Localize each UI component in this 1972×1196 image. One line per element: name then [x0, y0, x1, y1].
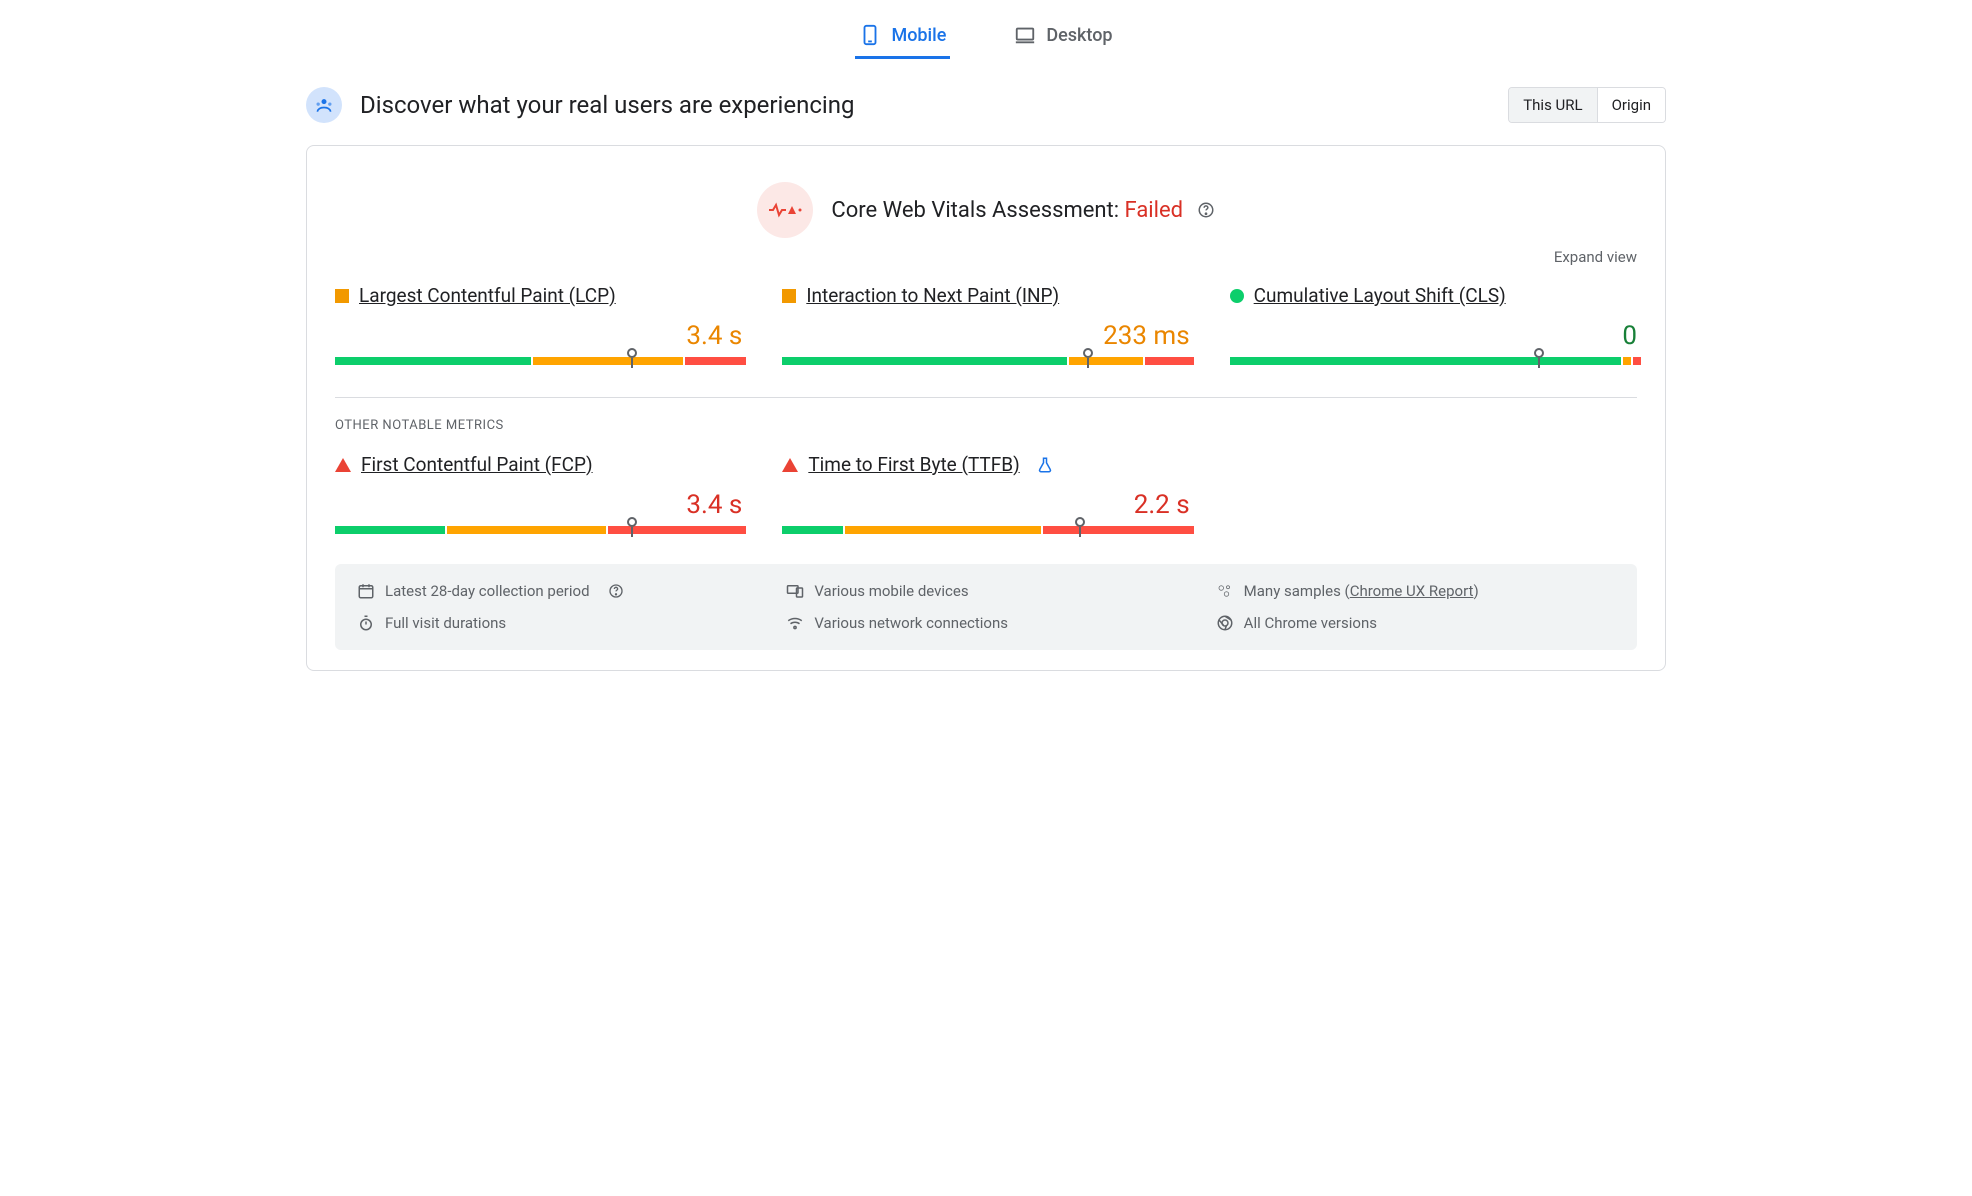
- scope-this-url[interactable]: This URL: [1509, 88, 1596, 122]
- metric-fcp-bar: [335, 526, 742, 534]
- metric-inp-bar: [782, 357, 1189, 365]
- assessment-text: Core Web Vitals Assessment: Failed: [831, 198, 1214, 223]
- scope-toggle: This URL Origin: [1508, 87, 1666, 123]
- metric-fcp: First Contentful Paint (FCP) 3.4 s: [335, 453, 742, 534]
- crux-link[interactable]: Chrome UX Report: [1350, 582, 1474, 600]
- metric-cls-value: 0: [1622, 321, 1637, 351]
- triangle-icon: [335, 458, 351, 472]
- divider: [335, 397, 1637, 398]
- metric-ttfb-name[interactable]: Time to First Byte (TTFB): [808, 453, 1019, 476]
- tab-desktop[interactable]: Desktop: [1010, 14, 1116, 59]
- scope-origin[interactable]: Origin: [1597, 88, 1665, 122]
- wifi-icon: [786, 614, 804, 632]
- mobile-icon: [859, 24, 881, 46]
- metric-lcp-name[interactable]: Largest Contentful Paint (LCP): [359, 284, 616, 307]
- samples-icon: [1216, 582, 1234, 600]
- metric-lcp-bar: [335, 357, 742, 365]
- other-metrics-label: OTHER NOTABLE METRICS: [335, 418, 1637, 433]
- stopwatch-icon: [357, 614, 375, 632]
- metric-ttfb-value: 2.2 s: [1134, 490, 1190, 520]
- flask-icon[interactable]: [1036, 456, 1054, 474]
- assessment-label: Core Web Vitals Assessment:: [831, 198, 1119, 223]
- square-icon: [335, 289, 349, 303]
- page-title: Discover what your real users are experi…: [360, 91, 854, 119]
- info-chrome: All Chrome versions: [1216, 614, 1615, 632]
- metric-fcp-name[interactable]: First Contentful Paint (FCP): [361, 453, 593, 476]
- expand-view[interactable]: Expand view: [335, 248, 1637, 266]
- desktop-icon: [1014, 24, 1036, 46]
- metric-cls-name[interactable]: Cumulative Layout Shift (CLS): [1254, 284, 1506, 307]
- marker-icon: [627, 348, 637, 368]
- marker-icon: [1534, 348, 1544, 368]
- info-durations: Full visit durations: [357, 614, 756, 632]
- users-icon: [306, 87, 342, 123]
- metric-ttfb-bar: [782, 526, 1189, 534]
- help-icon[interactable]: [1197, 201, 1215, 219]
- tab-desktop-label: Desktop: [1046, 25, 1112, 46]
- assessment-status: Failed: [1125, 198, 1184, 223]
- marker-icon: [627, 517, 637, 537]
- metric-inp-value: 233 ms: [1103, 321, 1190, 351]
- metric-fcp-value: 3.4 s: [686, 490, 742, 520]
- devices-icon: [786, 582, 804, 600]
- metric-lcp: Largest Contentful Paint (LCP) 3.4 s: [335, 284, 742, 365]
- square-icon: [782, 289, 796, 303]
- metric-lcp-value: 3.4 s: [686, 321, 742, 351]
- metric-inp-name[interactable]: Interaction to Next Paint (INP): [806, 284, 1059, 307]
- assessment-icon: [757, 182, 813, 238]
- marker-icon: [1083, 348, 1093, 368]
- info-period: Latest 28-day collection period: [357, 582, 756, 600]
- metric-cls-bar: [1230, 357, 1637, 365]
- metric-ttfb: Time to First Byte (TTFB) 2.2 s: [782, 453, 1189, 534]
- circle-icon: [1230, 289, 1244, 303]
- info-panel: Latest 28-day collection period Various …: [335, 564, 1637, 650]
- chrome-icon: [1216, 614, 1234, 632]
- marker-icon: [1075, 517, 1085, 537]
- calendar-icon: [357, 582, 375, 600]
- info-devices: Various mobile devices: [786, 582, 1185, 600]
- triangle-icon: [782, 458, 798, 472]
- info-samples: Many samples (Chrome UX Report): [1216, 582, 1615, 600]
- metric-inp: Interaction to Next Paint (INP) 233 ms: [782, 284, 1189, 365]
- vitals-card: Core Web Vitals Assessment: Failed Expan…: [306, 145, 1666, 671]
- info-network: Various network connections: [786, 614, 1185, 632]
- metric-cls: Cumulative Layout Shift (CLS) 0: [1230, 284, 1637, 365]
- tab-mobile[interactable]: Mobile: [855, 14, 950, 59]
- tab-mobile-label: Mobile: [891, 25, 946, 46]
- help-icon[interactable]: [608, 583, 624, 599]
- device-tabs: Mobile Desktop: [306, 14, 1666, 59]
